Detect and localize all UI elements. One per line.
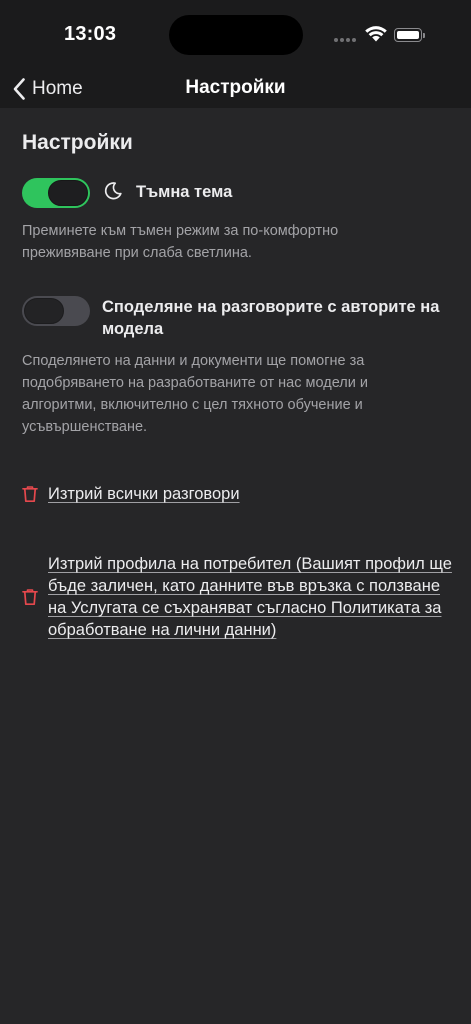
delete-conversations-button[interactable]: Изтрий всички разговори <box>22 483 240 505</box>
delete-profile-line: обработване на лични данни) <box>48 621 277 639</box>
share-description-line: подобряването на разработваните от нас м… <box>22 375 368 391</box>
delete-profile-button[interactable]: Изтрий профила на потребител (Вашият про… <box>22 553 468 641</box>
toggle-knob <box>24 298 64 324</box>
battery-level <box>396 30 419 39</box>
share-conversations-label-line: модела <box>102 320 164 338</box>
share-description-line: усъвършенстване. <box>22 419 148 435</box>
share-conversations-label-line: Споделяне на разговорите с авторите на <box>102 298 440 316</box>
delete-profile-line: Изтрий профила на потребител (Вашият про… <box>48 555 452 573</box>
share-description-line: Споделянето на данни и документи ще помо… <box>22 353 365 369</box>
battery-nub <box>423 33 425 38</box>
dark-theme-description-line: преживяване при слаба светлина. <box>22 245 252 261</box>
moon-icon <box>104 182 122 200</box>
delete-profile-label: Изтрий профила на потребител (Вашият про… <box>48 553 468 641</box>
share-conversations-label: Споделяне на разговорите с авторите на м… <box>102 296 452 340</box>
dark-theme-label: Тъмна тема <box>136 183 233 201</box>
status-bar: 13:03 <box>0 0 471 62</box>
dynamic-island <box>169 15 303 55</box>
trash-icon <box>22 486 38 503</box>
cellular-signal-icon <box>334 38 358 42</box>
dark-theme-description-line: Преминете към тъмен режим за по-комфортн… <box>22 223 339 239</box>
share-conversations-toggle[interactable] <box>22 296 90 326</box>
back-label: Home <box>32 78 83 99</box>
battery-icon <box>394 28 422 42</box>
toggle-knob <box>48 180 88 206</box>
wifi-icon <box>365 26 387 42</box>
dark-theme-toggle[interactable] <box>22 178 90 208</box>
section-title: Настройки <box>22 131 133 154</box>
delete-profile-line: бъде заличен, като данните във връзка с … <box>48 577 441 595</box>
back-button[interactable]: Home <box>12 75 83 103</box>
delete-profile-line: на Услугата се съхраняват съгласно Полит… <box>48 599 442 617</box>
dark-theme-description: Преминете към тъмен режим за по-комфортн… <box>22 220 338 264</box>
navigation-bar: Настройки Home <box>0 62 471 108</box>
trash-icon <box>22 589 38 606</box>
share-conversations-description: Споделянето на данни и документи ще помо… <box>22 350 368 438</box>
delete-conversations-label: Изтрий всички разговори <box>48 483 240 505</box>
share-description-line: алгоритми, включително с цел тяхното обу… <box>22 397 363 413</box>
delete-conversations-text: Изтрий всички разговори <box>48 485 240 503</box>
chevron-left-icon <box>13 78 25 100</box>
status-time: 13:03 <box>64 23 117 45</box>
